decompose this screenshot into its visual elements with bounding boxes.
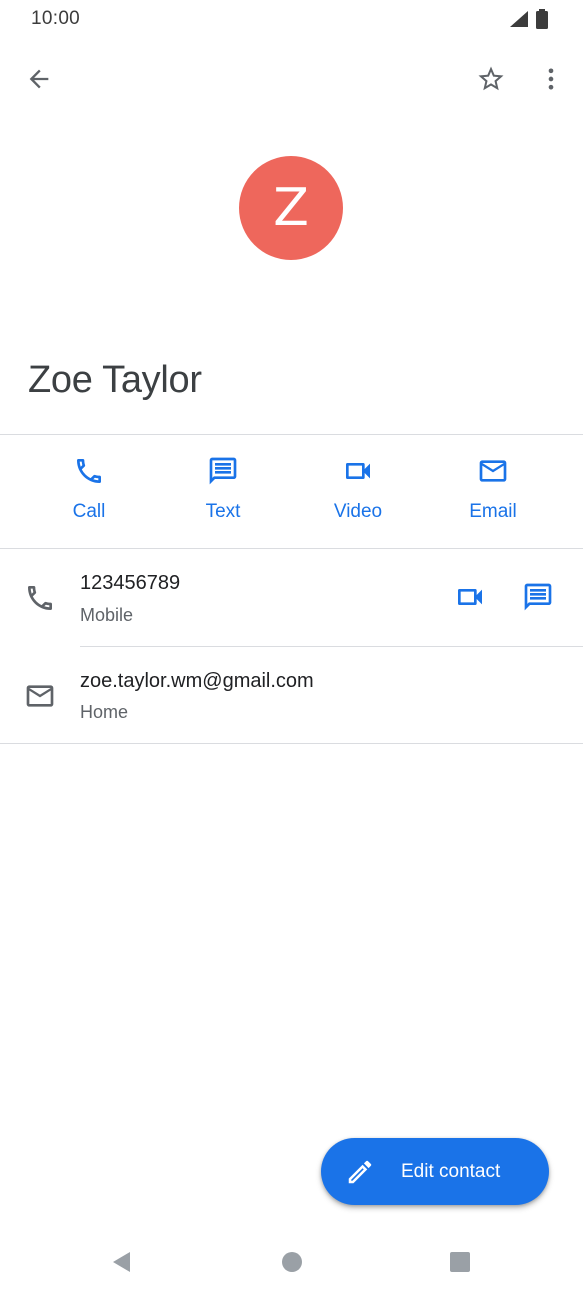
signal-icon [510, 11, 528, 27]
phone-type: Mobile [80, 605, 134, 625]
divider [0, 434, 583, 435]
videocam-icon [458, 589, 482, 605]
status-icons [509, 9, 549, 29]
phone-icon [77, 459, 101, 483]
more-options-button[interactable] [528, 56, 574, 102]
video-action-label: Video [333, 501, 383, 522]
video-action-button[interactable]: Video [303, 455, 413, 523]
nav-back-button[interactable] [100, 1240, 144, 1284]
nav-recents-button[interactable] [438, 1240, 482, 1284]
contact-name: Zoe Taylor [28, 359, 202, 401]
edit-contact-label: Edit contact [401, 1160, 501, 1182]
nav-back-icon [113, 1252, 130, 1272]
nav-recents-icon [450, 1252, 470, 1272]
divider [0, 743, 583, 744]
back-button[interactable] [16, 56, 62, 102]
edit-pencil-icon [348, 1160, 372, 1183]
text-action-label: Text [205, 501, 241, 522]
edit-contact-button[interactable]: Edit contact [321, 1138, 549, 1205]
star-outline-icon [478, 66, 504, 91]
message-icon [524, 583, 552, 611]
email-icon [26, 685, 54, 707]
phone-row[interactable] [0, 549, 583, 646]
more-vert-icon [548, 68, 554, 90]
email-address: zoe.taylor.wm@gmail.com [80, 670, 314, 692]
send-message-button[interactable] [516, 575, 560, 619]
videocam-icon [346, 463, 370, 479]
phone-number: 123456789 [80, 572, 181, 594]
phone-icon [28, 586, 52, 610]
video-call-button[interactable] [448, 575, 492, 619]
call-action-label: Call [72, 501, 106, 522]
email-action-button[interactable]: Email [438, 455, 548, 523]
favorite-button[interactable] [468, 56, 514, 102]
text-action-button[interactable]: Text [168, 455, 278, 523]
nav-home-button[interactable] [270, 1240, 314, 1284]
email-icon [479, 460, 507, 482]
avatar-initial: Z [273, 178, 309, 238]
status-time: 10:00 [31, 8, 81, 29]
call-action-button[interactable]: Call [34, 455, 144, 523]
email-row[interactable] [0, 647, 583, 743]
message-icon [209, 457, 237, 485]
email-action-label: Email [469, 501, 517, 522]
email-type: Home [80, 702, 129, 722]
arrow-back-icon [29, 69, 49, 89]
battery-icon [536, 9, 548, 29]
nav-home-icon [282, 1252, 302, 1272]
avatar: Z [239, 156, 343, 260]
